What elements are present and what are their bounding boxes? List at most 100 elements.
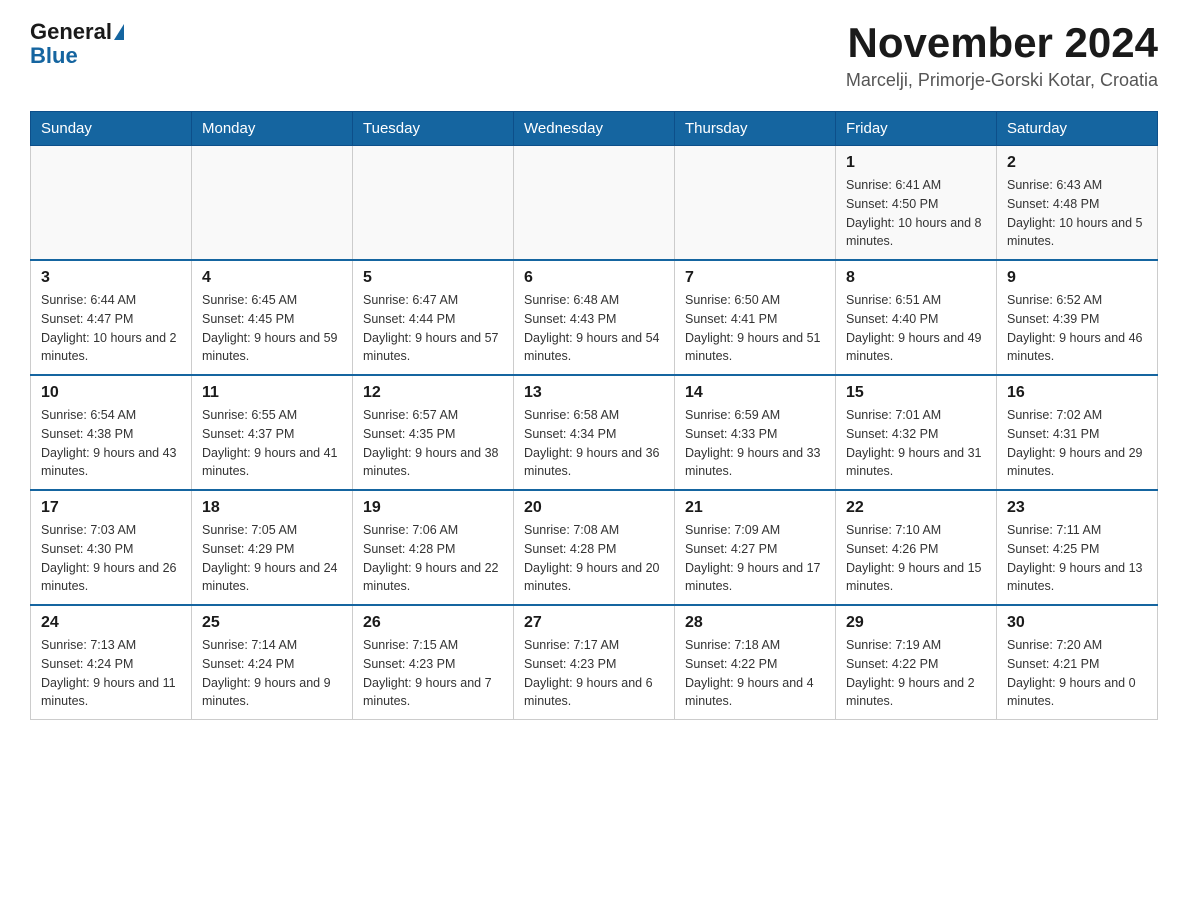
day-info-line: Sunrise: 6:54 AM bbox=[41, 406, 181, 425]
day-info-line: Daylight: 9 hours and 9 minutes. bbox=[202, 674, 342, 712]
day-number: 19 bbox=[363, 499, 503, 517]
day-info-line: Sunrise: 7:13 AM bbox=[41, 636, 181, 655]
day-info-line: Daylight: 9 hours and 17 minutes. bbox=[685, 559, 825, 597]
day-info: Sunrise: 7:17 AMSunset: 4:23 PMDaylight:… bbox=[524, 636, 664, 711]
calendar-cell: 23Sunrise: 7:11 AMSunset: 4:25 PMDayligh… bbox=[997, 490, 1158, 605]
day-number: 24 bbox=[41, 614, 181, 632]
day-info-line: Sunrise: 7:14 AM bbox=[202, 636, 342, 655]
day-info: Sunrise: 6:45 AMSunset: 4:45 PMDaylight:… bbox=[202, 291, 342, 366]
calendar-cell: 21Sunrise: 7:09 AMSunset: 4:27 PMDayligh… bbox=[675, 490, 836, 605]
day-info-line: Sunrise: 7:19 AM bbox=[846, 636, 986, 655]
day-number: 13 bbox=[524, 384, 664, 402]
day-number: 26 bbox=[363, 614, 503, 632]
day-info: Sunrise: 6:52 AMSunset: 4:39 PMDaylight:… bbox=[1007, 291, 1147, 366]
day-info-line: Sunrise: 6:51 AM bbox=[846, 291, 986, 310]
day-info-line: Daylight: 9 hours and 59 minutes. bbox=[202, 329, 342, 367]
calendar-cell: 8 Sunrise: 6:51 AMSunset: 4:40 PMDaylight… bbox=[836, 260, 997, 375]
logo: General Blue bbox=[30, 20, 124, 68]
calendar-week-row: 10Sunrise: 6:54 AMSunset: 4:38 PMDayligh… bbox=[31, 375, 1158, 490]
calendar-header-thursday: Thursday bbox=[675, 112, 836, 146]
day-info-line: Sunrise: 6:57 AM bbox=[363, 406, 503, 425]
day-info: Sunrise: 7:13 AMSunset: 4:24 PMDaylight:… bbox=[41, 636, 181, 711]
day-info: Sunrise: 7:03 AMSunset: 4:30 PMDaylight:… bbox=[41, 521, 181, 596]
day-info-line: Sunrise: 6:45 AM bbox=[202, 291, 342, 310]
calendar-cell: 9Sunrise: 6:52 AMSunset: 4:39 PMDaylight… bbox=[997, 260, 1158, 375]
day-info: Sunrise: 7:10 AMSunset: 4:26 PMDaylight:… bbox=[846, 521, 986, 596]
day-info-line: Sunset: 4:23 PM bbox=[363, 655, 503, 674]
day-info-line: Sunrise: 7:01 AM bbox=[846, 406, 986, 425]
day-info-line: Sunrise: 7:15 AM bbox=[363, 636, 503, 655]
day-info-line: Daylight: 10 hours and 2 minutes. bbox=[41, 329, 181, 367]
day-number: 3 bbox=[41, 269, 181, 287]
day-info: Sunrise: 7:15 AMSunset: 4:23 PMDaylight:… bbox=[363, 636, 503, 711]
day-number: 8 bbox=[846, 269, 986, 287]
day-info: Sunrise: 6:55 AMSunset: 4:37 PMDaylight:… bbox=[202, 406, 342, 481]
day-info-line: Sunset: 4:39 PM bbox=[1007, 310, 1147, 329]
calendar-header-sunday: Sunday bbox=[31, 112, 192, 146]
day-info-line: Daylight: 9 hours and 13 minutes. bbox=[1007, 559, 1147, 597]
calendar-week-row: 1Sunrise: 6:41 AMSunset: 4:50 PMDaylight… bbox=[31, 146, 1158, 261]
day-info-line: Sunrise: 7:03 AM bbox=[41, 521, 181, 540]
day-info-line: Sunrise: 6:43 AM bbox=[1007, 176, 1147, 195]
day-info: Sunrise: 7:06 AMSunset: 4:28 PMDaylight:… bbox=[363, 521, 503, 596]
calendar-cell: 30Sunrise: 7:20 AMSunset: 4:21 PMDayligh… bbox=[997, 605, 1158, 720]
calendar-cell: 7Sunrise: 6:50 AMSunset: 4:41 PMDaylight… bbox=[675, 260, 836, 375]
day-info: Sunrise: 6:43 AMSunset: 4:48 PMDaylight:… bbox=[1007, 176, 1147, 251]
calendar-header-wednesday: Wednesday bbox=[514, 112, 675, 146]
day-info-line: Sunrise: 7:05 AM bbox=[202, 521, 342, 540]
day-info-line: Sunrise: 7:02 AM bbox=[1007, 406, 1147, 425]
day-info-line: Sunrise: 6:50 AM bbox=[685, 291, 825, 310]
day-info-line: Sunset: 4:26 PM bbox=[846, 540, 986, 559]
calendar-cell: 26 Sunrise: 7:15 AMSunset: 4:23 PMDayligh… bbox=[353, 605, 514, 720]
calendar-header-row: SundayMondayTuesdayWednesdayThursdayFrid… bbox=[31, 112, 1158, 146]
calendar-week-row: 3Sunrise: 6:44 AMSunset: 4:47 PMDaylight… bbox=[31, 260, 1158, 375]
day-info: Sunrise: 7:02 AMSunset: 4:31 PMDaylight:… bbox=[1007, 406, 1147, 481]
day-info-line: Daylight: 9 hours and 36 minutes. bbox=[524, 444, 664, 482]
day-info-line: Sunset: 4:47 PM bbox=[41, 310, 181, 329]
day-info-line: Daylight: 9 hours and 20 minutes. bbox=[524, 559, 664, 597]
calendar-cell: 4 Sunrise: 6:45 AMSunset: 4:45 PMDaylight… bbox=[192, 260, 353, 375]
day-info: Sunrise: 7:14 AMSunset: 4:24 PMDaylight:… bbox=[202, 636, 342, 711]
day-info-line: Sunset: 4:30 PM bbox=[41, 540, 181, 559]
day-info-line: Sunset: 4:48 PM bbox=[1007, 195, 1147, 214]
day-info-line: Sunrise: 7:06 AM bbox=[363, 521, 503, 540]
calendar-cell: 11Sunrise: 6:55 AMSunset: 4:37 PMDayligh… bbox=[192, 375, 353, 490]
calendar-cell: 19 Sunrise: 7:06 AMSunset: 4:28 PMDayligh… bbox=[353, 490, 514, 605]
calendar-cell: 29Sunrise: 7:19 AMSunset: 4:22 PMDayligh… bbox=[836, 605, 997, 720]
day-info-line: Daylight: 9 hours and 38 minutes. bbox=[363, 444, 503, 482]
day-info: Sunrise: 7:05 AMSunset: 4:29 PMDaylight:… bbox=[202, 521, 342, 596]
day-info: Sunrise: 6:41 AMSunset: 4:50 PMDaylight:… bbox=[846, 176, 986, 251]
day-info-line: Daylight: 9 hours and 51 minutes. bbox=[685, 329, 825, 367]
day-info-line: Daylight: 9 hours and 4 minutes. bbox=[685, 674, 825, 712]
calendar-cell: 6Sunrise: 6:48 AMSunset: 4:43 PMDaylight… bbox=[514, 260, 675, 375]
day-info-line: Sunrise: 6:52 AM bbox=[1007, 291, 1147, 310]
title-block: November 2024 Marcelji, Primorje-Gorski … bbox=[846, 20, 1158, 91]
day-info-line: Daylight: 9 hours and 54 minutes. bbox=[524, 329, 664, 367]
day-info-line: Sunrise: 6:47 AM bbox=[363, 291, 503, 310]
day-info-line: Sunset: 4:29 PM bbox=[202, 540, 342, 559]
calendar-cell: 2Sunrise: 6:43 AMSunset: 4:48 PMDaylight… bbox=[997, 146, 1158, 261]
day-info: Sunrise: 6:51 AMSunset: 4:40 PMDaylight:… bbox=[846, 291, 986, 366]
day-info-line: Sunset: 4:28 PM bbox=[363, 540, 503, 559]
calendar-cell: 22Sunrise: 7:10 AMSunset: 4:26 PMDayligh… bbox=[836, 490, 997, 605]
day-info-line: Sunset: 4:23 PM bbox=[524, 655, 664, 674]
day-info: Sunrise: 6:59 AMSunset: 4:33 PMDaylight:… bbox=[685, 406, 825, 481]
day-number: 15 bbox=[846, 384, 986, 402]
calendar-cell bbox=[192, 146, 353, 261]
calendar-header-saturday: Saturday bbox=[997, 112, 1158, 146]
day-number: 4 bbox=[202, 269, 342, 287]
calendar-cell: 25Sunrise: 7:14 AMSunset: 4:24 PMDayligh… bbox=[192, 605, 353, 720]
day-info-line: Sunset: 4:21 PM bbox=[1007, 655, 1147, 674]
calendar-cell bbox=[514, 146, 675, 261]
day-info: Sunrise: 7:19 AMSunset: 4:22 PMDaylight:… bbox=[846, 636, 986, 711]
calendar-header-tuesday: Tuesday bbox=[353, 112, 514, 146]
calendar-cell: 5Sunrise: 6:47 AMSunset: 4:44 PMDaylight… bbox=[353, 260, 514, 375]
day-number: 6 bbox=[524, 269, 664, 287]
day-info-line: Daylight: 9 hours and 15 minutes. bbox=[846, 559, 986, 597]
day-info-line: Daylight: 9 hours and 11 minutes. bbox=[41, 674, 181, 712]
day-info-line: Sunset: 4:33 PM bbox=[685, 425, 825, 444]
day-number: 30 bbox=[1007, 614, 1147, 632]
day-number: 23 bbox=[1007, 499, 1147, 517]
calendar-cell: 13Sunrise: 6:58 AMSunset: 4:34 PMDayligh… bbox=[514, 375, 675, 490]
day-number: 20 bbox=[524, 499, 664, 517]
